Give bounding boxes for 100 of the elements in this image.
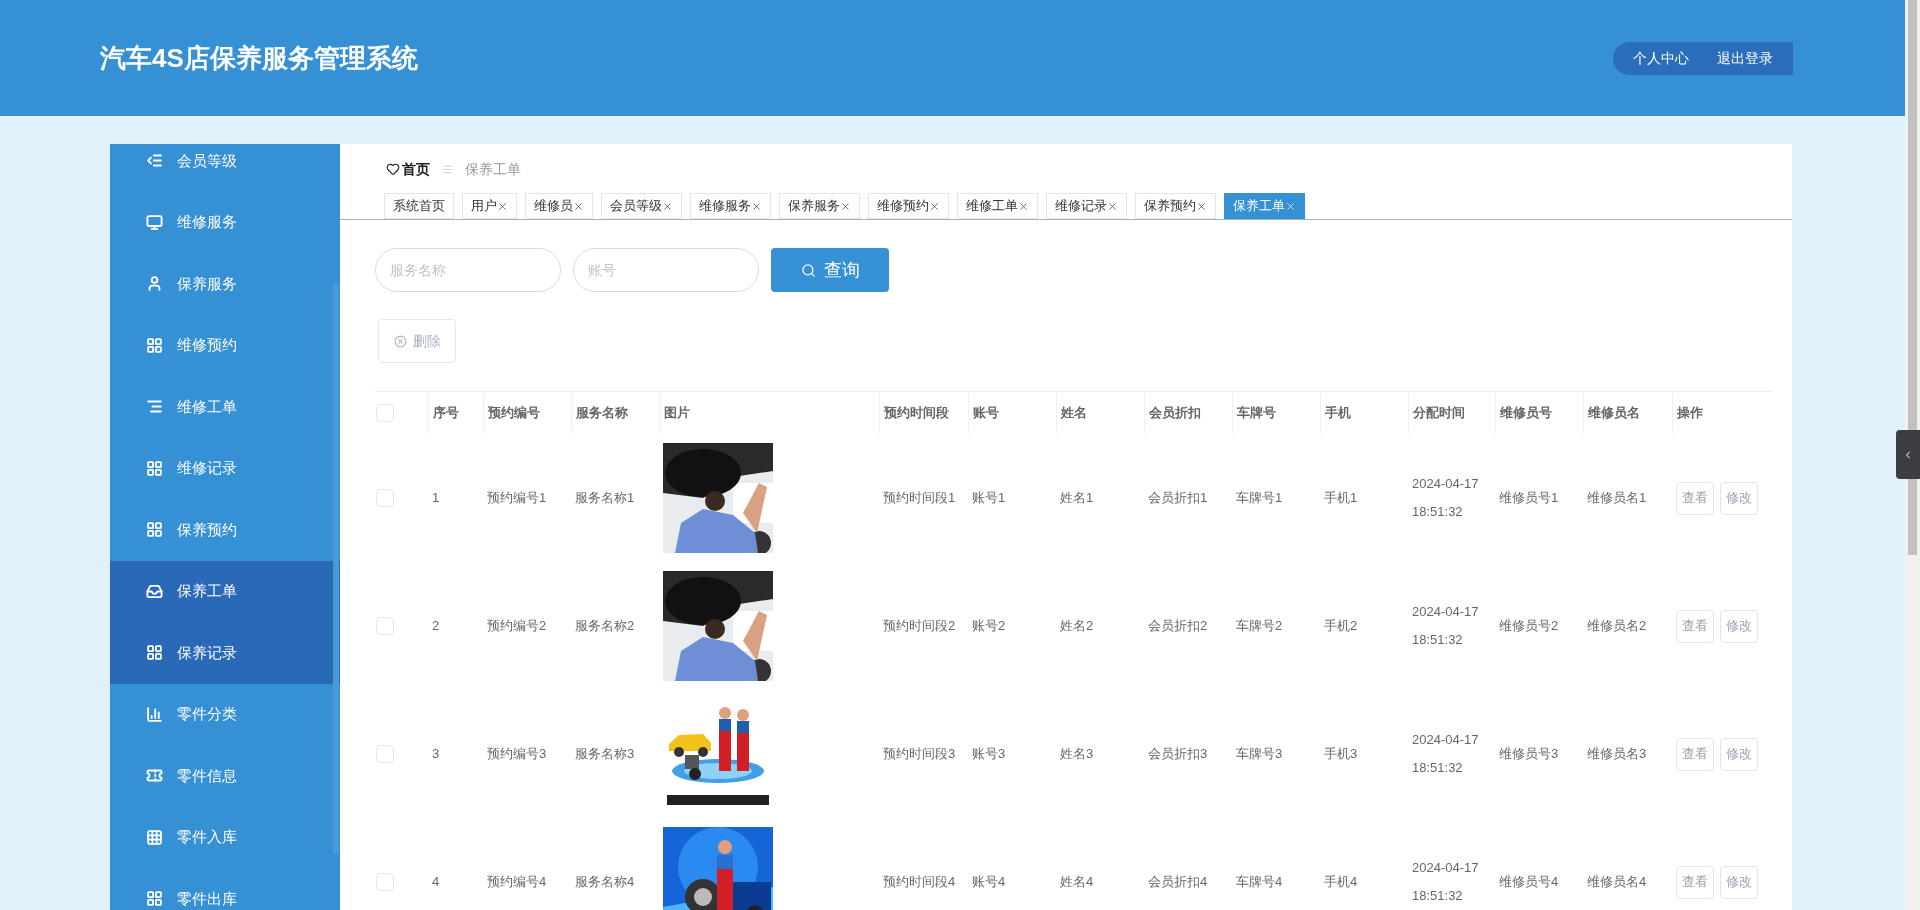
sidebar-item[interactable]: 零件出库: [110, 868, 340, 910]
column-header: 图片: [659, 392, 879, 434]
delete-button[interactable]: 删除: [378, 319, 456, 363]
sidebar-item[interactable]: 维修预约: [110, 314, 340, 376]
table-cell: 维修员号3: [1499, 746, 1559, 762]
menu-icon: [146, 336, 163, 354]
menu-icon: [146, 521, 163, 539]
search-field[interactable]: 服务名称: [375, 248, 561, 292]
table-cell: 姓名3: [1060, 746, 1094, 762]
side-panel-toggle[interactable]: [1896, 430, 1920, 479]
table-cell: 4: [432, 874, 440, 890]
column-header: 操作: [1672, 392, 1772, 434]
row-action-button[interactable]: 查看: [1676, 865, 1714, 899]
column-header: 维修员名: [1583, 392, 1672, 434]
table-cell-text: 2024-04-17 18:51:32: [1412, 475, 1480, 521]
table-cell: 预约时间段2: [883, 618, 956, 634]
sidebar-item[interactable]: 零件入库: [110, 806, 340, 868]
close-icon[interactable]: [1107, 200, 1118, 212]
page-tab[interactable]: 会员等级: [601, 193, 682, 219]
search-field[interactable]: 账号: [573, 248, 759, 292]
row-action-button[interactable]: 查看: [1676, 481, 1714, 515]
app-title: 汽车4S店保养服务管理系统: [100, 41, 418, 75]
close-icon[interactable]: [1196, 200, 1207, 212]
page-tab[interactable]: 用户: [462, 193, 517, 219]
page-tab[interactable]: 维修员: [525, 193, 593, 219]
checkbox[interactable]: [376, 873, 394, 891]
table-cell-text: 2024-04-17 18:51:32: [1412, 731, 1480, 777]
table-cell: 会员折扣2: [1148, 618, 1208, 634]
menu-icon: [146, 890, 163, 908]
table-cell: 维修员名2: [1587, 618, 1647, 634]
table-cell: 预约时间段3: [883, 746, 956, 762]
sidebar-item[interactable]: 保养服务: [110, 253, 340, 315]
search-button[interactable]: 查询: [771, 248, 889, 292]
column-header: 分配时间: [1408, 392, 1495, 434]
page-tab[interactable]: 保养服务: [779, 193, 860, 219]
page-tab[interactable]: 维修服务: [690, 193, 771, 219]
close-icon[interactable]: [1018, 200, 1029, 212]
checkbox[interactable]: [376, 404, 394, 422]
table-cell: 维修员名1: [1587, 490, 1647, 506]
close-icon[interactable]: [929, 200, 940, 212]
column-header: 车牌号: [1232, 392, 1320, 434]
sidebar-item[interactable]: 保养预约: [110, 499, 340, 561]
table-cell: 车牌号1: [1236, 490, 1283, 506]
header-link[interactable]: 个人中心: [1633, 47, 1689, 69]
breadcrumb-link[interactable]: 首页: [402, 158, 430, 180]
page-tab[interactable]: 维修工单: [957, 193, 1038, 219]
table-cell: 手机3: [1324, 746, 1358, 762]
table-cell: 维修员名3: [1587, 746, 1647, 762]
table-cell: 维修员号4: [1499, 874, 1559, 890]
sidebar-item[interactable]: 会员等级: [110, 144, 340, 192]
close-icon[interactable]: [497, 200, 508, 212]
sidebar-item[interactable]: 维修记录: [110, 437, 340, 499]
table-cell: 姓名1: [1060, 490, 1094, 506]
page-tab[interactable]: 维修记录: [1046, 193, 1127, 219]
checkbox[interactable]: [376, 617, 394, 635]
table-cell: 手机1: [1324, 490, 1358, 506]
column-header: 姓名: [1056, 392, 1144, 434]
close-icon[interactable]: [751, 200, 762, 212]
table-cell: 服务名称2: [575, 618, 635, 634]
table-cell: 预约时间段1: [883, 490, 956, 506]
row-action-button[interactable]: 修改: [1720, 481, 1758, 515]
page-tab[interactable]: 保养预约: [1135, 193, 1216, 219]
close-icon[interactable]: [573, 200, 584, 212]
row-action-button[interactable]: 查看: [1676, 737, 1714, 771]
table-cell: 服务名称4: [575, 874, 635, 890]
table-cell: 车牌号2: [1236, 618, 1283, 634]
column-header: 预约时间段: [879, 392, 968, 434]
search-icon: [800, 262, 816, 278]
row-action-button[interactable]: 查看: [1676, 609, 1714, 643]
table-cell: 会员折扣3: [1148, 746, 1208, 762]
row-action-button[interactable]: 修改: [1720, 865, 1758, 899]
checkbox[interactable]: [376, 745, 394, 763]
sidebar-item[interactable]: 零件分类: [110, 683, 340, 745]
sidebar-item[interactable]: 保养工单: [110, 560, 340, 622]
table-cell: 账号1: [972, 490, 1006, 506]
sidebar-scrollbar[interactable]: [333, 284, 339, 854]
sidebar-item[interactable]: 保养记录: [110, 622, 340, 684]
table-cell: 预约编号3: [487, 746, 547, 762]
close-icon[interactable]: [662, 200, 673, 212]
close-icon[interactable]: [1285, 200, 1296, 212]
sidebar-item[interactable]: 维修工单: [110, 376, 340, 438]
page-tab[interactable]: 系统首页: [384, 193, 454, 219]
row-action-button[interactable]: 修改: [1720, 737, 1758, 771]
table-cell: 会员折扣4: [1148, 874, 1208, 890]
breadcrumb-current: 保养工单: [465, 159, 521, 179]
sidebar-item[interactable]: 零件信息: [110, 745, 340, 807]
header-link[interactable]: 退出登录: [1717, 47, 1773, 69]
close-icon[interactable]: [840, 200, 851, 212]
table-cell: 手机2: [1324, 618, 1358, 634]
table-cell: 账号2: [972, 618, 1006, 634]
page-tab[interactable]: 维修预约: [868, 193, 949, 219]
sidebar-item[interactable]: 维修服务: [110, 191, 340, 253]
table-cell: 预约编号1: [487, 490, 547, 506]
page-tab[interactable]: 保养工单: [1224, 193, 1305, 219]
table-cell: 服务名称3: [575, 746, 635, 762]
row-action-button[interactable]: 修改: [1720, 609, 1758, 643]
checkbox[interactable]: [376, 489, 394, 507]
table-cell-text: 2024-04-17 18:51:32: [1412, 603, 1480, 649]
table-cell: 预约编号4: [487, 874, 547, 890]
page-scrollbar[interactable]: [1905, 0, 1920, 910]
